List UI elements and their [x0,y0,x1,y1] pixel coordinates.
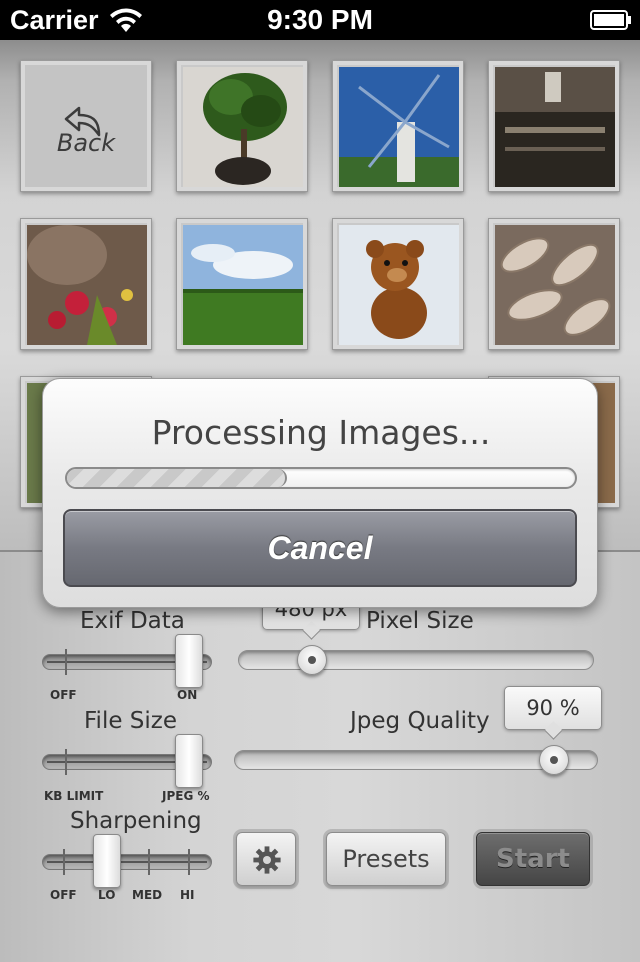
tree-photo [183,67,303,187]
sharpening-slider[interactable] [42,849,212,875]
jpeg-quality-knob-dot [550,756,558,764]
windmill-photo [339,67,459,187]
exif-switch-knob[interactable] [175,634,203,688]
sharpening-tick-med [148,849,150,875]
flowers-photo [27,225,147,345]
sharpening-tick-hi [188,849,190,875]
sharpening-med-label: MED [132,888,163,902]
cancel-button[interactable]: Cancel [63,509,577,587]
presets-label: Presets [342,845,430,873]
interior-photo [495,67,615,187]
thumbnail-texture[interactable] [488,218,620,350]
file-size-label: File Size [84,708,178,734]
back-button[interactable]: Back [20,60,152,192]
thumbnail-teddy-bear[interactable] [332,218,464,350]
teddy-bear-photo [339,225,459,345]
start-button[interactable]: Start [476,832,590,886]
sharpening-tick-off [63,849,65,875]
file-size-tick [65,749,67,775]
sharpening-off-label: OFF [50,888,77,902]
presets-button[interactable]: Presets [326,832,446,886]
sharpening-track-line [47,861,207,863]
sharpening-hi-label: HI [180,888,195,902]
progress-fill [67,469,288,487]
exif-off-label: OFF [50,688,77,702]
sharpening-label: Sharpening [70,808,202,834]
start-label: Start [496,844,570,874]
file-size-jpeg-label: JPEG % [162,789,210,803]
pixel-size-label: Pixel Size [366,608,474,634]
texture-photo [495,225,615,345]
alert-title: Processing Images... [151,413,491,452]
sharpening-lo-label: LO [98,888,116,902]
exif-on-label: ON [177,688,198,702]
processing-progress-bar [65,467,577,489]
file-size-switch-knob[interactable] [175,734,203,788]
sharpening-slider-knob[interactable] [93,834,121,888]
cancel-label: Cancel [267,530,373,566]
thumbnail-interior[interactable] [488,60,620,192]
jpeg-quality-slider-knob[interactable] [539,745,569,775]
processing-alert: Processing Images... Cancel [42,378,598,608]
gear-icon [253,846,281,874]
battery-icon [590,10,631,30]
file-size-kb-label: KB LIMIT [44,789,104,803]
status-bar: Carrier 9:30 PM [0,0,640,40]
thumbnail-flowers[interactable] [20,218,152,350]
jpeg-quality-label: Jpeg Quality [350,708,490,734]
status-time: 9:30 PM [267,4,373,35]
thumbnail-field[interactable] [176,218,308,350]
pixel-size-knob-dot [308,656,316,664]
exif-label: Exif Data [80,608,185,634]
thumbnail-potted-tree[interactable] [176,60,308,192]
jpeg-quality-value: 90 % [526,696,580,720]
pixel-size-slider[interactable] [238,650,594,670]
back-label: Back [56,129,116,157]
exif-tick-off [65,649,67,675]
thumbnail-windmill[interactable] [332,60,464,192]
field-photo [183,225,303,345]
pixel-size-slider-knob[interactable] [297,645,327,675]
settings-button[interactable] [236,832,296,886]
